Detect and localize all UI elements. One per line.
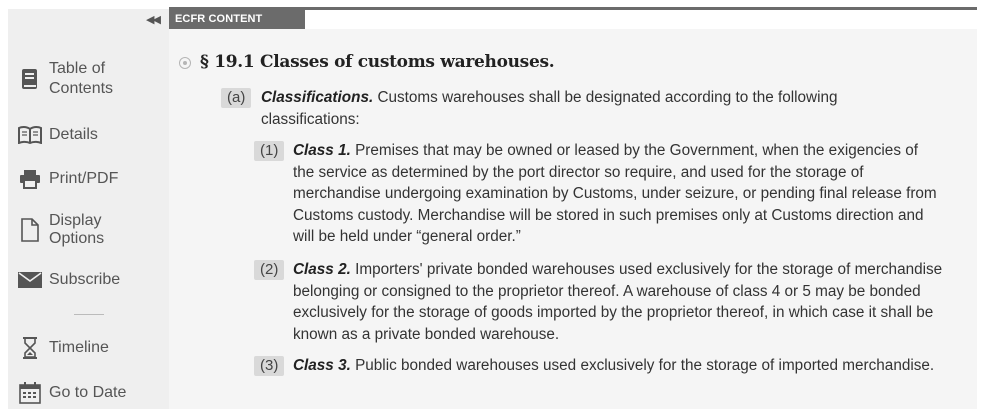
paragraph-3: Class 3. Public bonded warehouses used e… (293, 355, 943, 377)
paragraph-heading: Class 1. (293, 142, 351, 159)
sidebar-divider (74, 314, 104, 315)
paragraph-text: Public bonded warehouses used exclusivel… (355, 357, 935, 374)
paragraph-heading: Classifications. (261, 89, 374, 106)
sidebar-item-label: Display Options (49, 212, 105, 247)
sidebar-item-display-options[interactable]: Display Options (8, 210, 169, 250)
collapse-sidebar-icon[interactable]: ◀◀ (146, 13, 161, 26)
paragraph-text: Importers' private bonded warehouses use… (293, 261, 943, 343)
sidebar-item-label: Table of Contents (49, 60, 114, 97)
calendar-icon (18, 381, 42, 405)
sidebar-item-subscribe[interactable]: Subscribe (8, 269, 169, 291)
sidebar-item-table-of-contents[interactable]: Table of Contents (8, 57, 169, 101)
tab-ecfr-content[interactable]: ECFR CONTENT (169, 9, 305, 29)
paragraph-1: Class 1. Premises that may be owned or l… (293, 140, 943, 248)
paragraph-heading: Class 2. (293, 261, 351, 278)
sidebar-item-label: Go to Date (49, 384, 127, 401)
section-toggle-icon[interactable] (179, 57, 191, 69)
paragraph-marker[interactable]: (1) (254, 141, 285, 161)
sidebar-item-label: Subscribe (49, 271, 121, 288)
printer-icon (18, 167, 42, 191)
envelope-icon (18, 268, 42, 292)
paragraph-2: Class 2. Importers' private bonded wareh… (293, 259, 943, 345)
sidebar-item-details[interactable]: Details (8, 124, 169, 146)
paragraph-text: Premises that may be owned or leased by … (293, 142, 937, 245)
sidebar-item-go-to-date[interactable]: Go to Date (8, 382, 169, 404)
document-icon (18, 218, 42, 242)
section-title: § 19.1 Classes of customs warehouses. (200, 52, 555, 72)
main-content: § 19.1 Classes of customs warehouses. (a… (169, 29, 977, 409)
sidebar-item-label: Details (49, 126, 98, 143)
paragraph-marker[interactable]: (2) (254, 260, 285, 280)
paragraph-heading: Class 3. (293, 357, 351, 374)
paragraph-marker[interactable]: (a) (221, 88, 252, 108)
paragraph-marker[interactable]: (3) (254, 356, 285, 376)
open-book-icon (18, 123, 42, 147)
sidebar-item-print-pdf[interactable]: Print/PDF (8, 168, 169, 190)
sidebar: ◀◀ Table of Contents Details Print/PDF D… (8, 9, 169, 409)
sidebar-item-label: Timeline (49, 339, 109, 356)
book-icon (18, 67, 42, 91)
sidebar-item-timeline[interactable]: Timeline (8, 337, 169, 359)
hourglass-icon (18, 336, 42, 360)
paragraph-a: Classifications. Customs warehouses shal… (261, 87, 901, 130)
sidebar-item-label: Print/PDF (49, 170, 119, 187)
